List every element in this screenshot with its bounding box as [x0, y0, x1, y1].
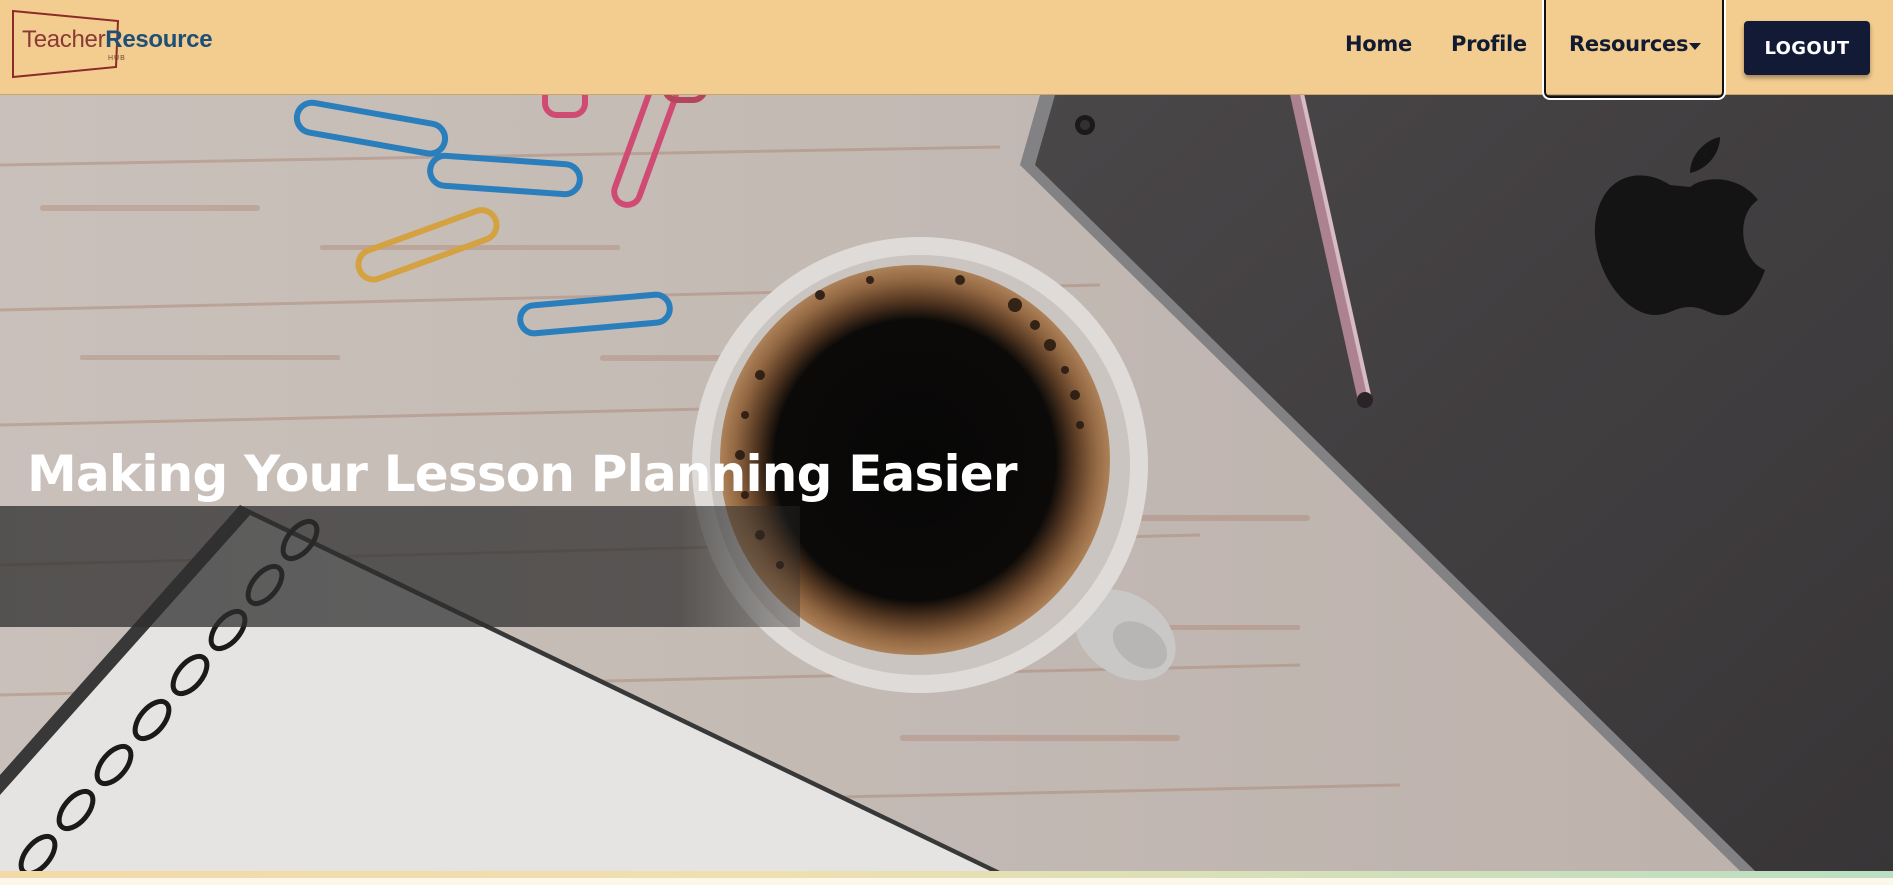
logout-button[interactable]: LOGOUT — [1744, 21, 1870, 75]
top-navbar: TeacherResource HUB Home Profile Resourc… — [0, 0, 1893, 99]
page-bottom-edge — [0, 878, 1893, 885]
nav-profile-link[interactable]: Profile — [1451, 32, 1527, 56]
brand-subtitle: HUB — [108, 55, 126, 62]
caret-down-icon — [1689, 43, 1701, 50]
nav-resources-label: Resources — [1569, 32, 1689, 56]
nav-resources-dropdown[interactable]: Resources — [1543, 0, 1725, 99]
brand-name: TeacherResource — [22, 26, 213, 54]
hero-title: Making Your Lesson Planning Easier — [27, 445, 1018, 503]
brand-name-resource: Resource — [105, 26, 213, 53]
brand-name-teacher: Teacher — [22, 26, 106, 53]
hero-title-banner — [0, 506, 800, 627]
brand-logo[interactable]: TeacherResource HUB — [10, 9, 220, 79]
nav-home-link[interactable]: Home — [1345, 32, 1412, 56]
